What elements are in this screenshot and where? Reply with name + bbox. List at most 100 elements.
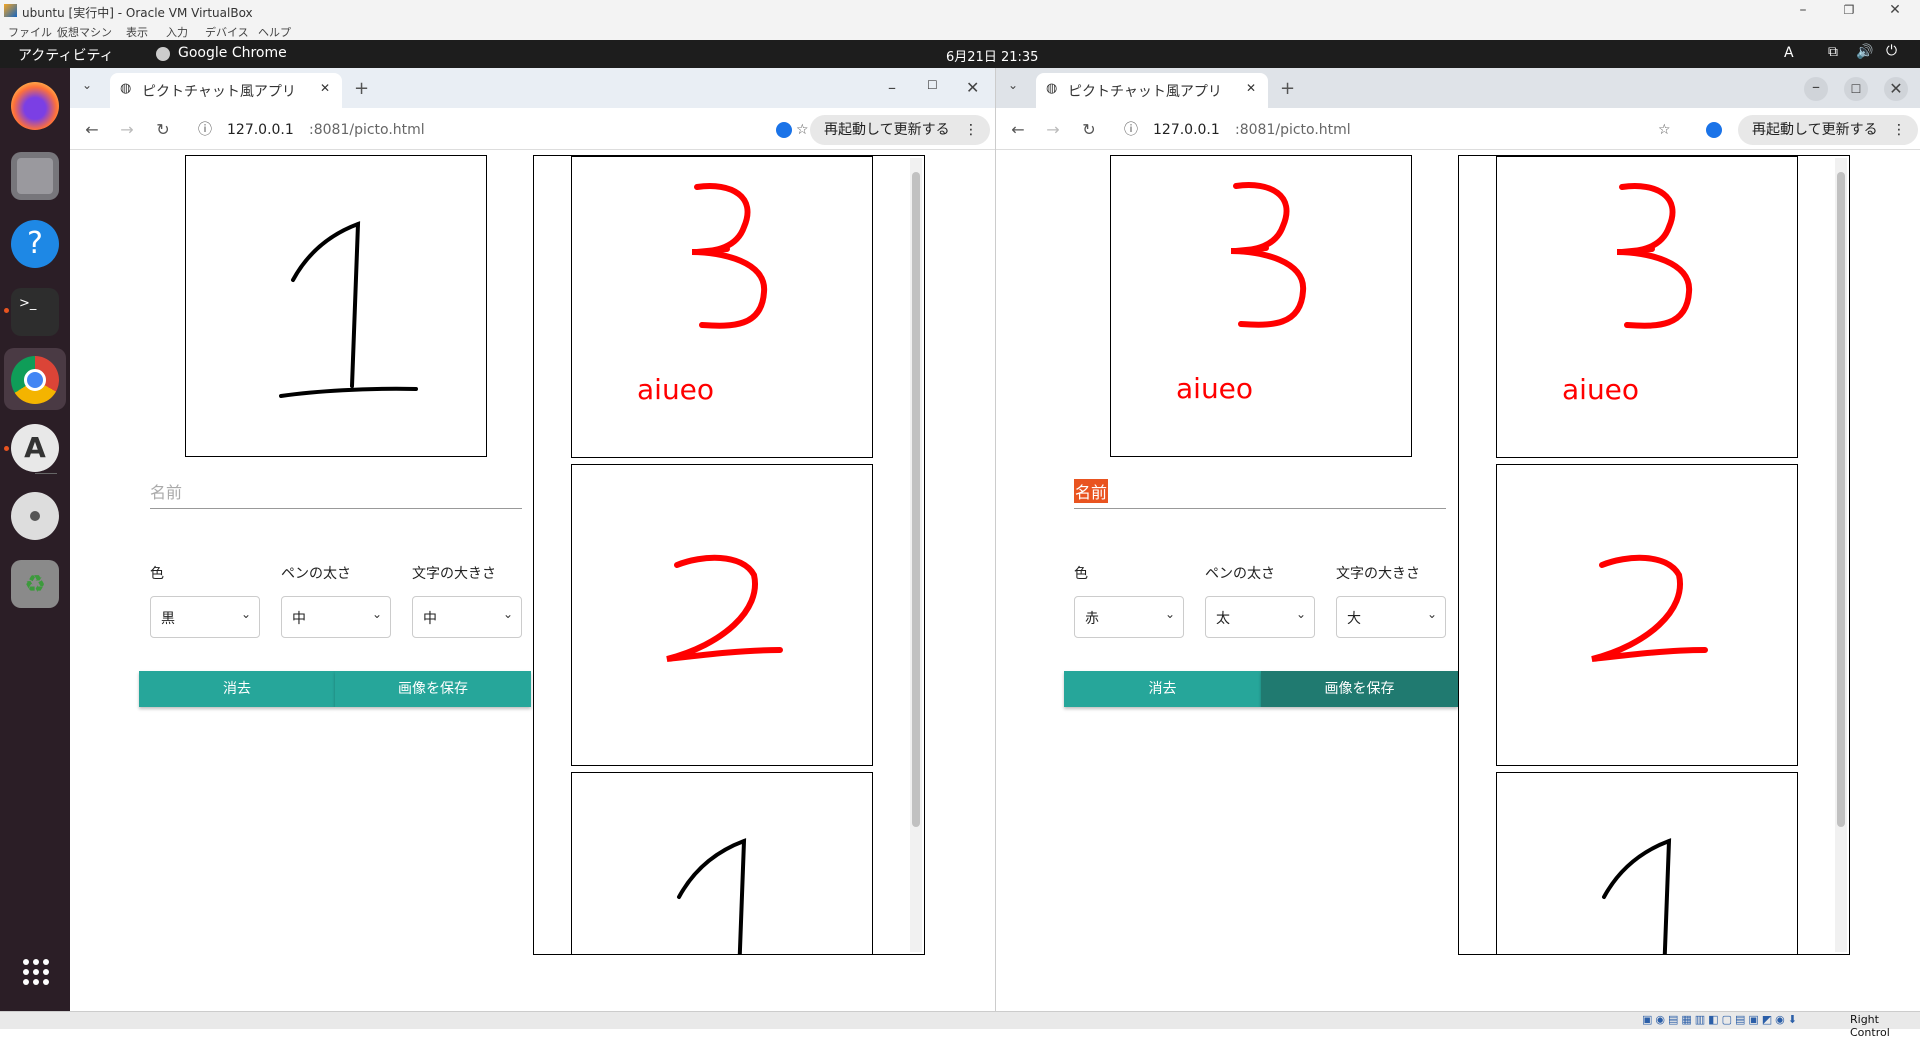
network-icon[interactable]: ⧉ (1828, 44, 1838, 60)
scroll-thumb[interactable] (1837, 172, 1845, 827)
tab-search-icon[interactable]: ⌄ (82, 78, 92, 92)
chevron-down-icon: ⌄ (1295, 607, 1306, 621)
reload-icon[interactable]: ↻ (149, 116, 177, 144)
bookmark-star-icon[interactable]: ☆ (1658, 115, 1671, 145)
tab-close-icon[interactable]: ✕ (320, 81, 330, 95)
forward-icon[interactable]: → (113, 116, 141, 144)
color-select[interactable]: 赤 ⌄ (1074, 596, 1184, 638)
color-label: 色 (1074, 566, 1088, 582)
font-size-select[interactable]: 大 ⌄ (1336, 596, 1446, 638)
scroll-thumb[interactable] (912, 172, 920, 827)
close-icon[interactable]: ✕ (1872, 0, 1918, 22)
message-feed[interactable]: aiueo (1458, 155, 1850, 955)
address-bar[interactable]: ⓘ 127.0.0.1 :8081/picto.html ☆ (186, 115, 826, 145)
virtualbox-icon (4, 4, 17, 17)
app-grid-icon[interactable] (22, 958, 50, 986)
pen-size-select[interactable]: 中 ⌄ (281, 596, 391, 638)
color-label: 色 (150, 566, 164, 582)
tab-picto[interactable]: ◍ ピクトチャット風アプリ ✕ (1036, 73, 1268, 108)
maximize-icon[interactable]: ☐ (927, 78, 938, 92)
chrome-icon[interactable] (11, 356, 59, 404)
digit-3-drawing (1616, 183, 1693, 329)
restore-icon[interactable]: ❐ (1826, 0, 1872, 22)
digit-1-drawing (677, 838, 747, 954)
color-select[interactable]: 黒 ⌄ (150, 596, 260, 638)
message-card (1496, 464, 1798, 766)
forward-icon[interactable]: → (1039, 116, 1067, 144)
tab-title: ピクトチャット風アプリ (142, 84, 296, 100)
drawing-canvas[interactable]: aiueo (1110, 155, 1412, 457)
chrome-small-icon (156, 47, 170, 61)
files-icon[interactable] (11, 152, 59, 200)
dvd-icon[interactable] (11, 492, 59, 540)
minimize-icon[interactable]: – (1780, 0, 1826, 22)
software-icon[interactable]: A (11, 424, 59, 472)
maximize-icon[interactable]: ☐ (1844, 77, 1868, 101)
help-icon[interactable]: ? (11, 220, 59, 268)
save-image-button[interactable]: 画像を保存 (335, 671, 531, 707)
address-bar[interactable]: ⓘ 127.0.0.1 :8081/picto.html ☆ (1112, 115, 1762, 145)
menu-input[interactable]: 入力 (166, 24, 188, 40)
menu-machine[interactable]: 仮想マシン (57, 24, 112, 40)
relaunch-button[interactable]: 再起動して更新する ⋮ (1738, 115, 1918, 145)
vbox-title-bar: ubuntu [実行中] - Oracle VM VirtualBox – ❐ … (0, 0, 1920, 22)
site-info-icon[interactable]: ⓘ (1124, 115, 1138, 145)
back-icon[interactable]: ← (78, 116, 106, 144)
feed-scrollbar[interactable] (910, 158, 922, 952)
message-card (1496, 772, 1798, 954)
pen-size-select[interactable]: 太 ⌄ (1205, 596, 1315, 638)
close-icon[interactable]: ✕ (1884, 77, 1908, 101)
url-path: :8081/picto.html (1235, 122, 1351, 138)
profile-icon[interactable] (1706, 122, 1722, 138)
tab-strip: ⌄ ◍ ピクトチャット風アプリ ✕ + – ☐ ✕ (70, 68, 995, 108)
globe-icon: ◍ (120, 81, 132, 96)
nav-bar: ← → ↻ ⓘ 127.0.0.1 :8081/picto.html ☆ 再起動… (996, 108, 1920, 150)
relaunch-button[interactable]: 再起動して更新する ⋮ (810, 115, 990, 145)
feed-scrollbar[interactable] (1835, 158, 1847, 952)
vbox-device-icons[interactable]: ▣◉▤▦▥◧▢▤▣◩◉⬇ (1642, 1013, 1800, 1026)
tab-picto[interactable]: ◍ ピクトチャット風アプリ ✕ (110, 73, 342, 108)
minimize-icon[interactable]: – (1804, 77, 1828, 101)
font-size-label: 文字の大きさ (412, 566, 496, 582)
minimize-icon[interactable]: – (888, 78, 896, 97)
menu-view[interactable]: 表示 (126, 24, 148, 40)
menu-file[interactable]: ファイル (8, 24, 52, 40)
app-menu[interactable]: Google Chrome (178, 45, 287, 61)
message-feed[interactable]: aiueo (533, 155, 925, 955)
font-size-select[interactable]: 中 ⌄ (412, 596, 522, 638)
clock[interactable]: 6月21日 21:35 (946, 46, 1038, 65)
trash-icon[interactable]: ♻ (11, 560, 59, 608)
pen-size-label: ペンの太さ (1205, 566, 1275, 582)
terminal-icon[interactable]: >_ (11, 288, 59, 336)
menu-devices[interactable]: デバイス (205, 24, 249, 40)
message-card (571, 464, 873, 766)
new-tab-icon[interactable]: + (1280, 78, 1295, 99)
new-tab-icon[interactable]: + (354, 78, 369, 99)
save-image-button[interactable]: 画像を保存 (1261, 671, 1458, 707)
power-icon[interactable]: ⏻ (1886, 43, 1897, 59)
chevron-down-icon: ⌄ (240, 607, 251, 621)
message-text: aiueo (637, 373, 715, 406)
chrome-window-2: ⌄ ◍ ピクトチャット風アプリ ✕ + – ☐ ✕ ← → ↻ ⓘ 127.0.… (996, 68, 1920, 1011)
input-method[interactable]: A (1784, 45, 1794, 61)
volume-icon[interactable]: 🔊 (1856, 44, 1873, 60)
page-content: aiueo 名前 色 ペンの太さ 文字の大きさ 赤 ⌄ 太 ⌄ 大 ⌄ 消去 画像を保… (996, 151, 1920, 1011)
clear-button[interactable]: 消去 (1064, 671, 1261, 707)
bookmark-star-icon[interactable]: ☆ (796, 115, 809, 145)
name-input[interactable]: 名前 (150, 473, 522, 509)
clear-button[interactable]: 消去 (139, 671, 335, 707)
chevron-down-icon: ⌄ (1164, 607, 1175, 621)
name-input[interactable]: 名前 (1074, 473, 1446, 509)
close-icon[interactable]: ✕ (966, 78, 979, 97)
tab-close-icon[interactable]: ✕ (1246, 81, 1256, 95)
menu-help[interactable]: ヘルプ (258, 24, 291, 40)
profile-icon[interactable] (776, 122, 792, 138)
tab-search-icon[interactable]: ⌄ (1008, 78, 1018, 92)
firefox-icon[interactable] (11, 82, 59, 130)
back-icon[interactable]: ← (1004, 116, 1032, 144)
reload-icon[interactable]: ↻ (1075, 116, 1103, 144)
site-info-icon[interactable]: ⓘ (198, 115, 212, 145)
digit-3-drawing (1230, 182, 1307, 328)
activities-button[interactable]: アクティビティ (18, 45, 114, 65)
drawing-canvas[interactable] (185, 155, 487, 457)
